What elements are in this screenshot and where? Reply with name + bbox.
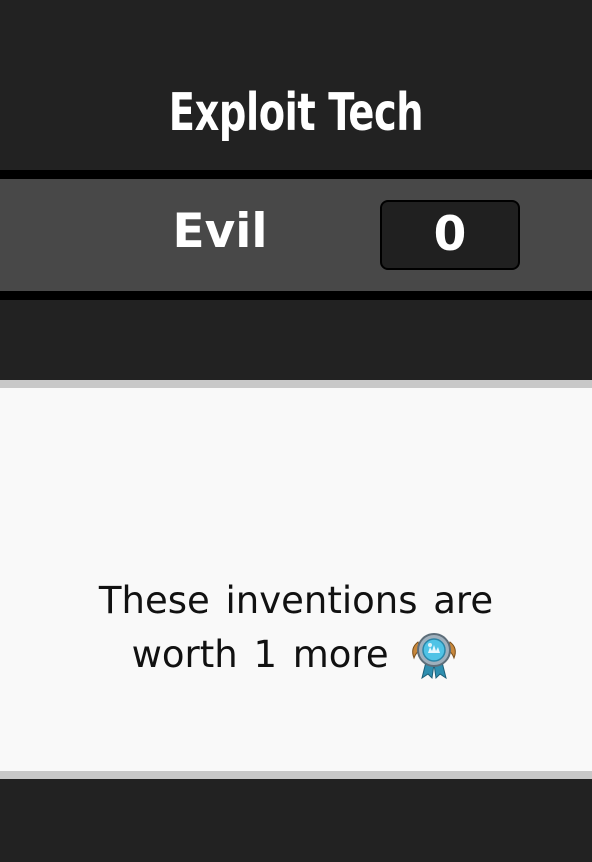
- score-label: Evil: [172, 204, 268, 259]
- divider: [0, 291, 592, 300]
- score-value-box[interactable]: 0: [380, 200, 520, 270]
- score-row: Evil 0: [0, 179, 592, 291]
- card-border-top: [0, 380, 592, 388]
- card-line-1: These inventions are: [98, 579, 494, 622]
- card-border-bottom: [0, 771, 592, 779]
- footer-bar: [0, 779, 592, 862]
- medal-icon: [408, 628, 460, 680]
- spacer-panel: [0, 300, 592, 380]
- divider: [0, 170, 592, 179]
- card-line-2: worth 1 more: [131, 633, 389, 676]
- page-title: Exploit Tech: [168, 83, 424, 143]
- card-description: These inventions are worth 1 more: [0, 574, 592, 683]
- description-card: These inventions are worth 1 more: [0, 388, 592, 771]
- card-line-2-wrapper: worth 1 more: [0, 628, 592, 683]
- header-bar: Exploit Tech: [0, 0, 592, 170]
